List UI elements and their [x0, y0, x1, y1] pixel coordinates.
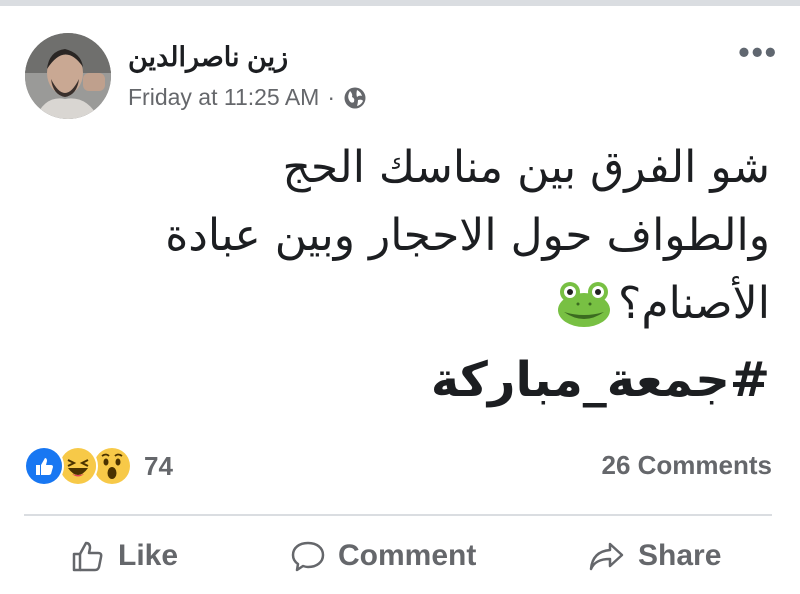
comments-count[interactable]: 26 Comments	[602, 450, 773, 481]
post-text-line-content: الأصنام؟	[618, 278, 770, 329]
share-icon	[589, 542, 624, 571]
meta-separator: ·	[327, 84, 336, 110]
wow-reaction-icon	[92, 446, 132, 486]
hashtag[interactable]: #جمعة_مباركة	[431, 352, 770, 408]
share-label: Share	[638, 539, 722, 572]
more-options-icon[interactable]: •••	[738, 36, 778, 68]
like-reaction-icon	[24, 446, 64, 486]
reactions-summary[interactable]: 74	[24, 446, 173, 486]
like-icon	[72, 541, 103, 572]
haha-reaction-icon	[58, 446, 98, 486]
post-text-line: والطواف حول الاحجار وبين عبادة	[165, 210, 770, 261]
post-text: شو الفرق بين مناسك الحج والطواف حول الاح…	[20, 134, 770, 338]
share-button[interactable]: Share	[588, 530, 721, 582]
divider	[24, 514, 772, 516]
post-meta: Friday at 11:25 AM ·	[128, 84, 367, 111]
author-name[interactable]: زين ناصرالدين	[128, 42, 288, 73]
like-button[interactable]: Like	[70, 530, 178, 582]
comment-button[interactable]: Comment	[290, 530, 476, 582]
post-text-line: شو الفرق بين مناسك الحج	[282, 142, 770, 193]
comment-icon	[291, 541, 325, 572]
post-card: زين ناصرالدين Friday at 11:25 AM · ••• ش…	[0, 6, 800, 594]
reaction-count: 74	[144, 450, 173, 481]
globe-icon	[343, 86, 367, 110]
frog-icon	[556, 280, 612, 328]
like-label: Like	[118, 539, 179, 572]
avatar[interactable]	[25, 33, 111, 119]
post-text-line: الأصنام؟	[20, 270, 770, 338]
timestamp[interactable]: Friday at 11:25 AM	[128, 84, 319, 111]
comment-label: Comment	[338, 539, 477, 572]
